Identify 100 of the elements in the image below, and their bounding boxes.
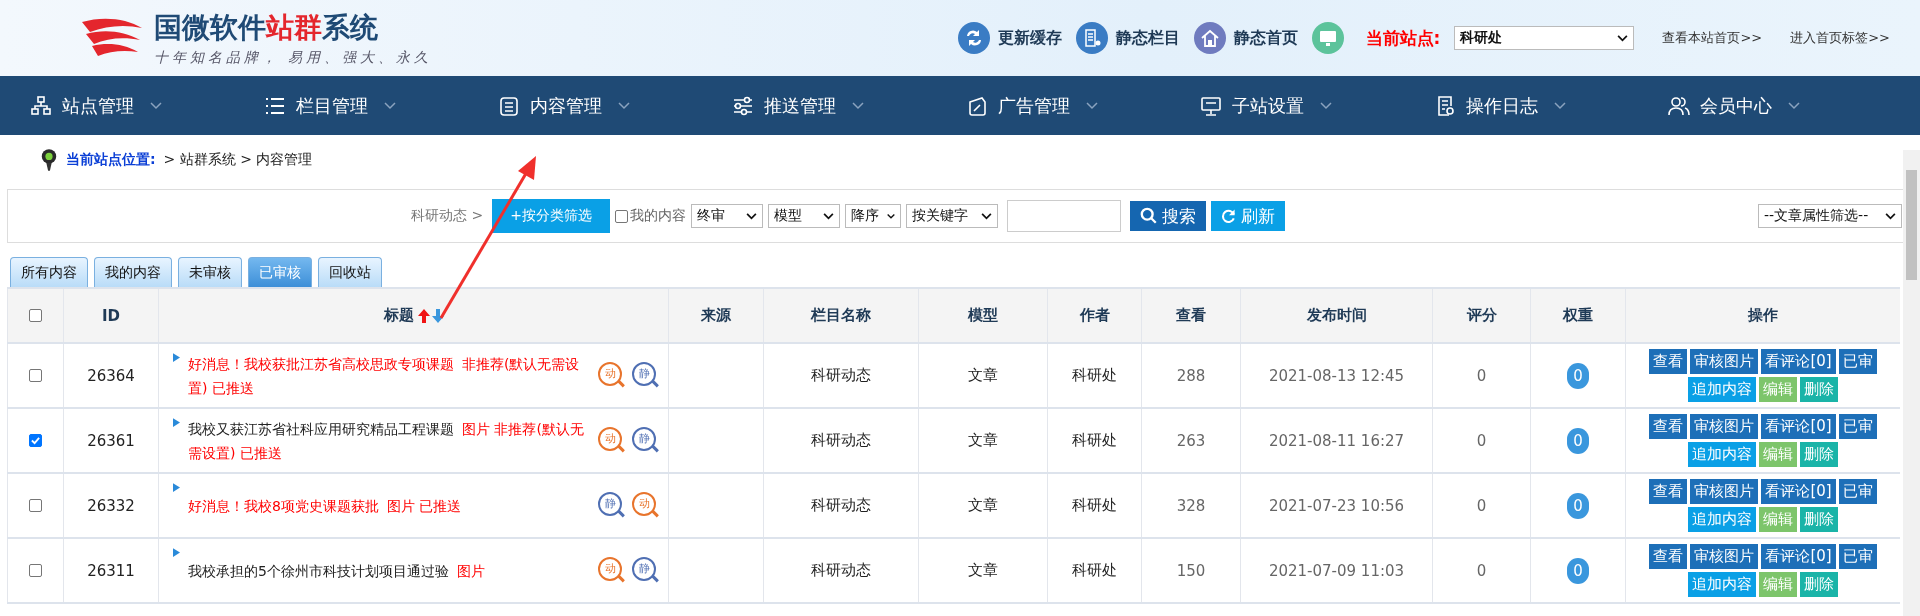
- action-button[interactable]: 看评论[0]: [1761, 414, 1836, 439]
- nav-item[interactable]: 子站设置: [1200, 76, 1434, 135]
- nav-item[interactable]: 推送管理: [732, 76, 966, 135]
- current-site-label: 当前站点:: [1365, 26, 1441, 50]
- bullet-icon: [173, 483, 180, 492]
- content-tab[interactable]: 我的内容: [94, 257, 172, 287]
- table-cell: 0: [1476, 496, 1487, 515]
- table-cell: 2021-08-13 12:45: [1268, 366, 1405, 385]
- toolbar-button[interactable]: 静态首页: [1193, 22, 1298, 54]
- chevron-down-icon: [384, 101, 396, 110]
- column-header: 操作: [1748, 306, 1778, 325]
- sort-down-icon[interactable]: [431, 308, 444, 323]
- action-button[interactable]: 审核图片: [1690, 414, 1759, 439]
- filter-select[interactable]: 降序: [844, 204, 901, 228]
- toolbar-button[interactable]: 更新缓存: [957, 22, 1062, 54]
- toolbar-button[interactable]: 静态栏目: [1075, 22, 1180, 54]
- action-button[interactable]: 追加内容: [1688, 572, 1756, 597]
- nav-item[interactable]: 会员中心: [1668, 76, 1902, 135]
- table-cell: 科研动态: [811, 366, 871, 385]
- refresh-icon[interactable]: [957, 22, 990, 54]
- action-button[interactable]: 看评论[0]: [1761, 479, 1836, 504]
- action-button[interactable]: 审核图片: [1690, 479, 1759, 504]
- row-checkbox[interactable]: [29, 369, 42, 382]
- bullet-icon: [173, 353, 180, 362]
- action-button[interactable]: 追加内容: [1688, 507, 1756, 532]
- action-button[interactable]: 看评论[0]: [1761, 544, 1836, 569]
- action-button[interactable]: 审核图片: [1690, 544, 1759, 569]
- scrollbar[interactable]: [1903, 150, 1920, 616]
- action-button[interactable]: 已审: [1838, 479, 1877, 504]
- article-title-link[interactable]: 我校承担的5个徐州市科技计划项目通过验 图片: [188, 558, 586, 583]
- table-cell: 0: [1476, 431, 1487, 450]
- table-cell: 文章: [968, 366, 998, 385]
- action-button[interactable]: 已审: [1838, 544, 1877, 569]
- table-cell: 科研动态: [811, 496, 871, 515]
- action-button[interactable]: 查看: [1649, 414, 1688, 439]
- caret-icon: [980, 212, 992, 220]
- action-button[interactable]: 已审: [1838, 349, 1877, 374]
- row-checkbox[interactable]: [29, 499, 42, 512]
- table-cell: 科研处: [1072, 431, 1117, 450]
- row-checkbox[interactable]: [29, 564, 42, 577]
- sort-up-icon[interactable]: [417, 308, 430, 323]
- table-cell: 文章: [968, 496, 998, 515]
- filter-select[interactable]: 终审: [690, 204, 763, 228]
- nav-item[interactable]: 操作日志: [1434, 76, 1668, 135]
- filter-select[interactable]: 模型: [767, 204, 840, 228]
- article-title-link[interactable]: 好消息！我校8项党史课题获批 图片 已推送: [188, 493, 586, 518]
- action-button[interactable]: 看评论[0]: [1761, 349, 1836, 374]
- nav-item[interactable]: 广告管理: [966, 76, 1200, 135]
- action-button[interactable]: 查看: [1649, 349, 1688, 374]
- content-tab[interactable]: 所有内容: [10, 257, 88, 287]
- action-button[interactable]: 审核图片: [1690, 349, 1759, 374]
- sliders-icon: [732, 94, 754, 117]
- monitor-icon[interactable]: [1311, 22, 1344, 54]
- column-header: 权重: [1563, 306, 1593, 325]
- row-checkbox[interactable]: [29, 434, 42, 447]
- chevron-down-icon: [150, 101, 162, 110]
- search-button[interactable]: 搜索: [1129, 201, 1206, 231]
- location-pin-icon: [40, 148, 58, 172]
- breadcrumb-label: 当前站点位置:: [66, 151, 156, 169]
- content-tab[interactable]: 回收站: [318, 257, 382, 287]
- action-button[interactable]: 查看: [1649, 544, 1688, 569]
- action-button[interactable]: 已审: [1838, 414, 1877, 439]
- home-icon[interactable]: [1193, 22, 1226, 54]
- keyword-input[interactable]: [1006, 200, 1121, 232]
- article-title-link[interactable]: 好消息！我校获批江苏省高校思政专项课题 非推荐(默认无需设置) 已推送: [188, 351, 586, 400]
- caret-icon: [1885, 212, 1896, 220]
- header-link[interactable]: 进入首页标签>>: [1790, 29, 1890, 47]
- content-tab[interactable]: 已审核: [248, 257, 312, 287]
- nav-item[interactable]: 站点管理: [30, 76, 264, 135]
- filter-select[interactable]: 按关键字: [905, 204, 998, 228]
- nav-item[interactable]: 内容管理: [498, 76, 732, 135]
- category-filter-button[interactable]: +按分类筛选: [492, 199, 610, 233]
- bullet-icon: [173, 548, 180, 557]
- site-slogan: 十年知名品牌， 易用、强大、永久: [154, 49, 433, 67]
- refresh-button[interactable]: 刷新: [1210, 201, 1285, 231]
- column-header: 评分: [1466, 306, 1497, 325]
- site-title: 国微软件站群系统: [154, 10, 379, 46]
- caret-icon: [886, 212, 895, 220]
- table-cell: 0: [1476, 366, 1487, 385]
- action-button[interactable]: 查看: [1649, 479, 1688, 504]
- select-all-checkbox[interactable]: [29, 309, 42, 322]
- document-icon: [498, 94, 520, 117]
- site-select[interactable]: 科研处: [1454, 26, 1635, 50]
- action-button[interactable]: 追加内容: [1688, 442, 1756, 467]
- attribute-filter-select[interactable]: --文章属性筛选--: [1758, 204, 1902, 228]
- my-content-checkbox[interactable]: 我的内容: [614, 207, 686, 225]
- content-tab[interactable]: 未审核: [178, 257, 242, 287]
- table-cell: 2021-07-09 11:03: [1268, 561, 1405, 580]
- refresh-icon: [1220, 208, 1237, 224]
- table-cell: 288: [1176, 366, 1206, 385]
- table-cell: 科研动态: [811, 561, 871, 580]
- article-title-link[interactable]: 我校又获江苏省社科应用研究精品工程课题 图片 非推荐(默认无需设置) 已推送: [188, 416, 586, 465]
- table-cell: 0: [1476, 561, 1487, 580]
- header-link[interactable]: 查看本站首页>>: [1662, 29, 1763, 47]
- column-header[interactable]: 标题: [383, 306, 414, 325]
- column-header: ID: [101, 306, 120, 325]
- server-icon[interactable]: [1075, 22, 1108, 54]
- table-cell: 2021-08-11 16:27: [1268, 431, 1405, 450]
- nav-item[interactable]: 栏目管理: [264, 76, 498, 135]
- action-button[interactable]: 追加内容: [1688, 377, 1756, 402]
